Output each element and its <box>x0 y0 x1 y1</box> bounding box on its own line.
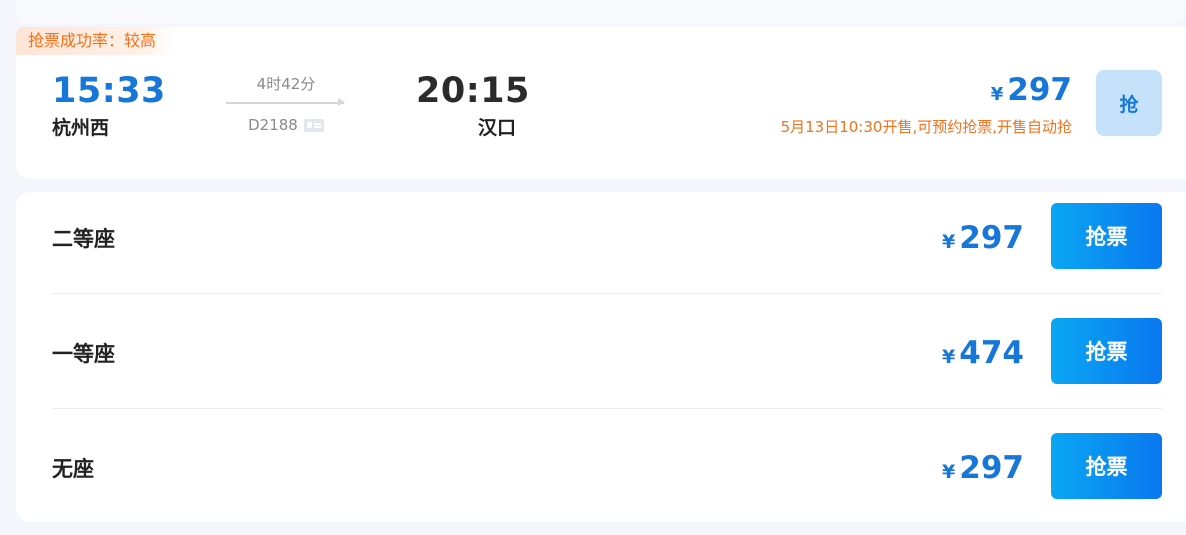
travel-duration: 4时42分 <box>256 75 316 93</box>
currency-symbol: ¥ <box>942 231 956 253</box>
row-divider <box>52 408 1162 409</box>
lowest-price: ¥ 297 <box>991 70 1072 115</box>
grab-ticket-button[interactable]: 抢票 <box>1051 203 1162 269</box>
arrival-station: 汉口 <box>478 117 517 139</box>
currency-symbol: ¥ <box>990 84 1004 105</box>
row-divider <box>52 293 1162 294</box>
currency-symbol: ¥ <box>942 346 956 368</box>
departure-time: 15:33 <box>52 71 166 111</box>
arrival-time: 20:15 <box>416 71 530 111</box>
seat-class-name: 二等座 <box>52 227 115 251</box>
lowest-price-value: 297 <box>1007 72 1072 108</box>
seat-price: ¥ 297 <box>942 448 1024 492</box>
departure-station: 杭州西 <box>52 117 110 139</box>
previous-card-edge <box>16 0 1186 24</box>
seat-row-second-class[interactable]: 二等座 ¥ 297 抢票 <box>52 180 1162 295</box>
seat-price-value: 474 <box>959 335 1024 371</box>
route-arrow-line <box>226 102 344 104</box>
grab-ticket-small-button[interactable]: 抢 <box>1096 70 1162 136</box>
seat-class-name: 无座 <box>52 457 94 481</box>
seat-price: ¥ 297 <box>942 218 1024 262</box>
seat-price: ¥ 474 <box>942 333 1024 377</box>
grab-ticket-button[interactable]: 抢票 <box>1051 318 1162 384</box>
seat-row-first-class[interactable]: 一等座 ¥ 474 抢票 <box>52 295 1162 410</box>
route-arrow-icon <box>338 98 345 106</box>
seat-price-value: 297 <box>959 220 1024 256</box>
success-rate-badge: 抢票成功率：较高 <box>16 27 175 55</box>
grab-ticket-button[interactable]: 抢票 <box>1051 433 1162 499</box>
presale-note: 5月13日10:30开售,可预约抢票,开售自动抢 <box>780 118 1072 136</box>
train-number: D2188 <box>248 116 298 134</box>
seat-class-name: 一等座 <box>52 342 115 366</box>
seat-price-value: 297 <box>959 450 1024 486</box>
seat-row-no-seat[interactable]: 无座 ¥ 297 抢票 <box>52 410 1162 525</box>
train-number-row: D2188 <box>226 115 346 135</box>
id-card-icon <box>303 118 324 132</box>
currency-symbol: ¥ <box>942 461 956 483</box>
